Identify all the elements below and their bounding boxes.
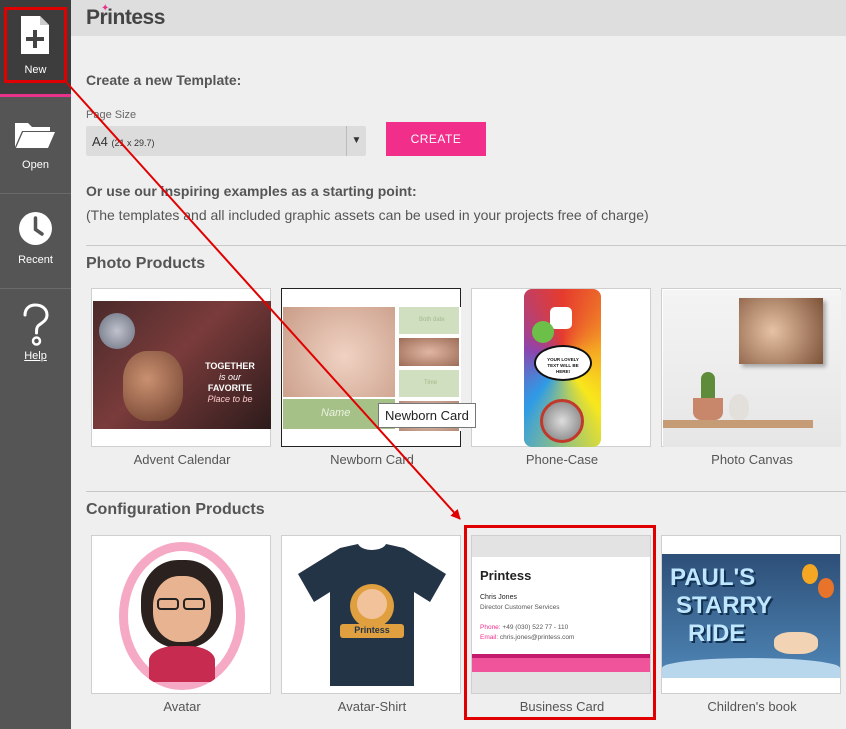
card-caption: Newborn Card bbox=[330, 452, 414, 467]
page-size-select[interactable]: A4 (21 x 29.7) ▼ bbox=[86, 126, 366, 156]
highlight-box-new bbox=[4, 7, 67, 83]
advent-text-line: TOGETHER bbox=[205, 361, 255, 371]
product-card-photo-canvas[interactable]: Photo Canvas bbox=[661, 288, 841, 467]
sidebar: New Open Recent Help bbox=[0, 0, 71, 729]
childrens-book-image: PAUL'S STARRY RIDE bbox=[662, 554, 840, 678]
phone-bubble-text: YOUR LOVELY TEXT WILL BE HERE! bbox=[534, 345, 592, 381]
product-card-advent-calendar[interactable]: TOGETHER is our FAVORITE Place to be Adv… bbox=[91, 288, 271, 467]
page-size-label: Page Size bbox=[86, 109, 137, 121]
divider bbox=[86, 491, 846, 492]
divider bbox=[86, 245, 846, 246]
page-size-value: A4 (21 x 29.7) bbox=[92, 134, 155, 149]
create-button[interactable]: CREATE bbox=[386, 122, 486, 156]
card-caption: Avatar bbox=[163, 699, 201, 714]
sidebar-item-label: Help bbox=[24, 350, 47, 362]
card-caption: Advent Calendar bbox=[133, 452, 231, 467]
product-card-avatar-shirt[interactable]: Printess Avatar-Shirt bbox=[281, 535, 461, 714]
examples-heading: Or use our inspiring examples as a start… bbox=[86, 183, 417, 199]
clock-icon bbox=[19, 212, 52, 245]
card-caption: Phone-Case bbox=[525, 452, 599, 467]
book-title: PAUL'S STARRY RIDE bbox=[670, 564, 772, 647]
app-header: Printess ✦ bbox=[71, 0, 846, 36]
tooltip: Newborn Card bbox=[378, 403, 476, 428]
avatar-image bbox=[119, 542, 245, 690]
printess-logo: Printess bbox=[86, 6, 165, 29]
main-content: Create a new Template: Page Size A4 (21 … bbox=[71, 36, 846, 729]
shirt-text: Printess bbox=[354, 625, 390, 635]
sidebar-item-label: Open bbox=[22, 159, 49, 171]
help-icon bbox=[23, 303, 49, 346]
advent-text-line: is our bbox=[218, 372, 241, 382]
sidebar-item-recent[interactable]: Recent bbox=[0, 194, 71, 289]
card-caption: Avatar-Shirt bbox=[337, 699, 407, 714]
section-title-config: Configuration Products bbox=[86, 501, 265, 518]
advent-calendar-image: TOGETHER is our FAVORITE Place to be bbox=[93, 301, 271, 429]
sidebar-item-label: Recent bbox=[18, 254, 53, 266]
card-caption: Children's book bbox=[707, 699, 797, 714]
sidebar-item-open[interactable]: Open bbox=[0, 97, 71, 192]
examples-note: (The templates and all included graphic … bbox=[86, 207, 649, 223]
logo-star-icon: ✦ bbox=[101, 3, 110, 14]
highlight-box-business-card bbox=[464, 525, 656, 720]
product-card-avatar[interactable]: Avatar bbox=[91, 535, 271, 714]
chevron-down-icon: ▼ bbox=[346, 126, 366, 156]
section-title-photo: Photo Products bbox=[86, 255, 206, 272]
advent-text-line: FAVORITE bbox=[207, 383, 253, 393]
newborn-date-text: Both date bbox=[399, 307, 459, 334]
avatar-shirt-image: Printess bbox=[296, 544, 448, 688]
product-card-childrens-book[interactable]: PAUL'S STARRY RIDE Children's book bbox=[661, 535, 841, 714]
advent-text-line: Place to be bbox=[207, 394, 253, 404]
folder-icon bbox=[15, 123, 55, 148]
sidebar-item-help[interactable]: Help bbox=[0, 289, 71, 384]
product-card-phone-case[interactable]: YOUR LOVELY TEXT WILL BE HERE! Phone-Cas… bbox=[471, 288, 651, 467]
photo-canvas-image bbox=[663, 290, 841, 447]
newborn-time-text: Time bbox=[399, 370, 459, 397]
card-caption: Photo Canvas bbox=[711, 452, 793, 467]
create-heading: Create a new Template: bbox=[86, 72, 242, 88]
phone-case-image: YOUR LOVELY TEXT WILL BE HERE! bbox=[524, 289, 601, 447]
